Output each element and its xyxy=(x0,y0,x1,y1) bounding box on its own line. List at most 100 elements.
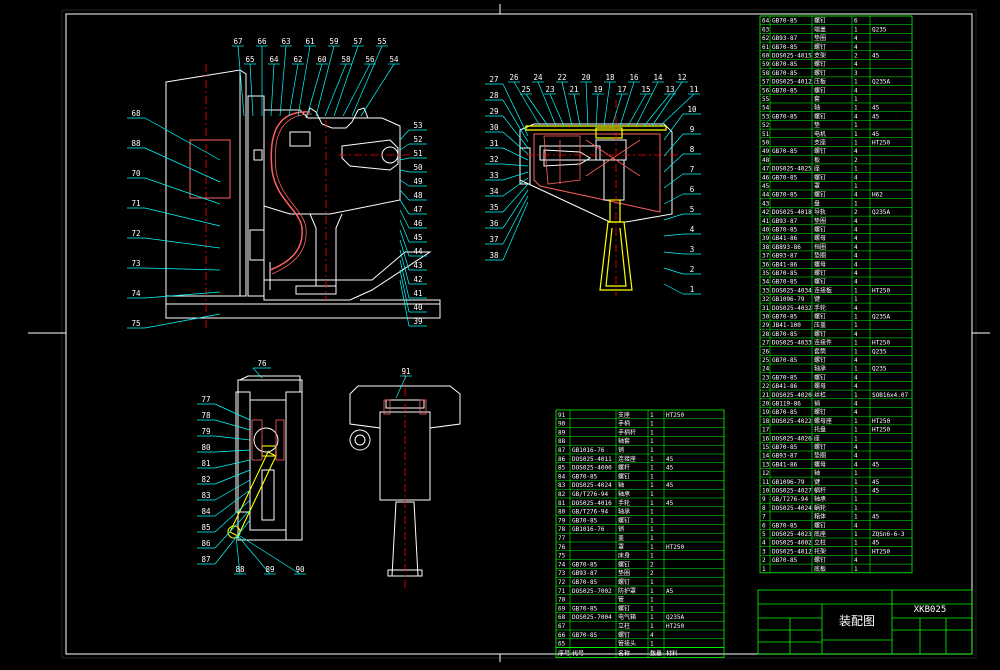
bom-row: 79 GB70-85 螺钉 1 xyxy=(558,516,654,524)
bom-material: HT250 xyxy=(872,140,890,147)
bom-code: DOS025-7002 xyxy=(572,588,612,595)
bom-code: GB70-85 xyxy=(772,61,798,68)
bom-no: 5 xyxy=(762,531,766,538)
bom-qty: 1 xyxy=(854,548,858,555)
bom-material: 45 xyxy=(666,482,674,489)
bom-code: GB1096-79 xyxy=(772,479,805,486)
bom-no: 55 xyxy=(762,96,770,103)
bom-row: 30 GB70-85 螺钉 1 Q235A xyxy=(762,313,890,321)
bom-qty: 4 xyxy=(854,113,858,120)
bom-no: 21 xyxy=(762,392,770,399)
bom-name: 座 xyxy=(814,434,820,442)
bom-header-code: 代号 xyxy=(572,650,584,658)
bom-name: 螺钉 xyxy=(618,604,630,612)
bom-code: DOS025-4033 xyxy=(772,340,812,347)
bom-name: 垫圈 xyxy=(814,217,826,225)
bom-no: 76 xyxy=(558,544,566,551)
balloon-2: 2 xyxy=(690,265,695,274)
bom-no: 71 xyxy=(558,588,566,595)
balloon-18: 18 xyxy=(605,73,615,82)
balloon-17: 17 xyxy=(617,85,626,94)
bom-code: DOS025-4016 xyxy=(572,500,612,507)
bom-name: 螺母 xyxy=(814,260,826,268)
bom-name: 螺钉 xyxy=(814,60,826,68)
balloon-68: 68 xyxy=(131,109,141,118)
drawing-number: XKB025 xyxy=(914,605,947,615)
bom-row: 78 GB1016-76 销 1 xyxy=(558,525,654,533)
bom-material: HT250 xyxy=(666,544,684,551)
bom-no: 79 xyxy=(558,517,566,524)
bom-no: 59 xyxy=(762,61,770,68)
bom-code: DOS025-4012 xyxy=(772,548,812,555)
bom-no: 29 xyxy=(762,322,770,329)
balloon-6: 6 xyxy=(690,185,695,194)
bom-name: 螺母 xyxy=(814,234,826,242)
bom-no: 39 xyxy=(762,235,770,242)
detail-a-leaders xyxy=(197,367,306,575)
balloon-84: 84 xyxy=(201,507,211,516)
bom-row: 55 套 1 xyxy=(762,95,858,103)
bom-material: 45 xyxy=(872,488,880,495)
bom-name: 螺钉 xyxy=(814,443,826,451)
bom-qty: 1 xyxy=(854,470,858,477)
bom-qty: 4 xyxy=(854,444,858,451)
bom-no: 4 xyxy=(762,540,766,547)
bom-qty: 1 xyxy=(854,166,858,173)
balloon-88: 88 xyxy=(235,565,245,574)
bom-name: 箱体 xyxy=(814,513,826,521)
bom-qty: 1 xyxy=(854,96,858,103)
bom-code: GB70-85 xyxy=(772,331,798,338)
bom-row: 62 GB93-87 垫圈 4 xyxy=(762,34,858,42)
bom-no: 27 xyxy=(762,340,770,347)
bom-code: GB70-85 xyxy=(772,279,798,286)
bom-name: 支架 xyxy=(814,52,826,60)
bom-qty: 1 xyxy=(854,392,858,399)
bom-material: 45 xyxy=(666,465,674,472)
bom-name: 连接板 xyxy=(814,286,832,294)
bom-no: 23 xyxy=(762,374,770,381)
section-view-leaders xyxy=(485,81,701,295)
bom-name: 螺钉 xyxy=(814,147,826,155)
bom-material: 45 xyxy=(872,53,880,60)
bom-material: ZQSn6-6-3 xyxy=(872,531,905,538)
bom-row: 77 盖 1 xyxy=(558,534,654,542)
bom-name: 床身 xyxy=(618,552,630,560)
balloon-48: 48 xyxy=(413,191,423,200)
bom-row: 44 GB70-85 螺钉 4 H62 xyxy=(762,191,883,199)
bom-material: 45 xyxy=(666,456,674,463)
bom-row: 7 箱体 1 45 xyxy=(762,513,880,521)
bom-name: 手柄杆 xyxy=(618,428,636,436)
balloon-5: 5 xyxy=(690,205,695,214)
balloon-53: 53 xyxy=(413,121,422,130)
bom-qty: 4 xyxy=(650,632,654,639)
main-view-outline xyxy=(165,69,441,319)
bom-row: 41 GB93-87 垫圈 4 xyxy=(762,217,858,225)
bom-code: DOS025-4027 xyxy=(772,488,812,495)
balloon-15: 15 xyxy=(641,85,650,94)
bom-row: 47 DOS025-4025 座 1 xyxy=(762,165,858,173)
bom-qty: 1 xyxy=(854,122,858,129)
bom-code: GB70-85 xyxy=(572,605,598,612)
bom-row: 27 DOS025-4033 连接件 1 HT250 xyxy=(762,339,890,347)
bom-no: 31 xyxy=(762,305,770,312)
bom-no: 67 xyxy=(558,623,566,630)
bom-row: 8 DOS025-4024 蜗轮 1 xyxy=(762,504,858,512)
bom-material: 45 xyxy=(872,479,880,486)
bom-name: 轴承 xyxy=(814,365,826,373)
bom-row: 84 GB70-85 螺钉 1 xyxy=(558,472,654,480)
bom-row: 22 GB41-86 螺母 4 xyxy=(762,382,858,390)
bom-no: 85 xyxy=(558,465,566,472)
bom-row: 75 床身 1 xyxy=(558,552,654,560)
bom-qty: 3 xyxy=(854,70,858,77)
bom-code: JB41-100 xyxy=(772,322,801,329)
bom-name: 垫圈 xyxy=(814,252,826,260)
balloon-23: 23 xyxy=(545,85,554,94)
bom-code: GB1016-76 xyxy=(572,447,605,454)
bom-qty: 1 xyxy=(650,544,654,551)
bom-no: 70 xyxy=(558,597,566,604)
balloon-62: 62 xyxy=(293,55,302,64)
bom-qty: 1 xyxy=(650,597,654,604)
balloon-11: 11 xyxy=(689,85,698,94)
detail-a-balloons: 76 77 78 79 80 81 82 83 84 85 86 87 88 89 90 xyxy=(201,359,305,574)
bom-row: 45 罩 1 xyxy=(762,183,858,190)
